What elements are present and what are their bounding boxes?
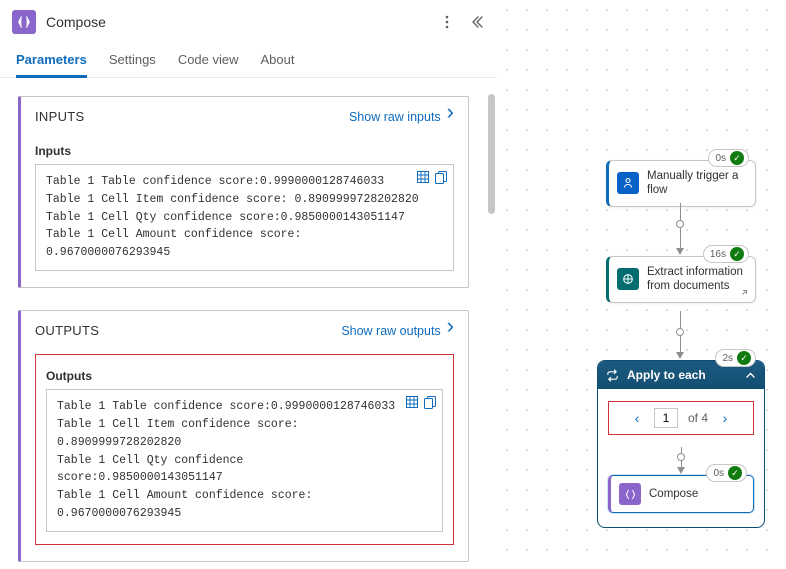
- outputs-title: OUTPUTS: [35, 323, 99, 338]
- scroll-area: INPUTS Show raw inputs Inputs: [0, 78, 497, 569]
- code-line: Table 1 Cell Amount confidence score:: [46, 226, 425, 244]
- show-raw-inputs[interactable]: Show raw inputs: [349, 109, 454, 124]
- loop-icon: [606, 369, 619, 382]
- outputs-highlight: Outputs Table 1 Table confidence sc: [35, 354, 454, 545]
- node-label: Extract information from documents: [647, 265, 747, 294]
- check-icon: ✓: [730, 247, 744, 261]
- compose-icon: [619, 483, 641, 505]
- panel-header: Compose: [0, 0, 497, 38]
- collapse-icon[interactable]: [469, 14, 485, 30]
- check-icon: ✓: [728, 466, 742, 480]
- code-line: Table 1 Cell Amount confidence score:: [57, 487, 414, 505]
- node-extract[interactable]: 16s ✓ Extract information from documents: [606, 256, 756, 303]
- flow-canvas[interactable]: 0s ✓ Manually trigger a flow 16s ✓ Extra…: [497, 0, 786, 569]
- pager-of-label: of 4: [688, 411, 708, 425]
- outputs-sublabel: Outputs: [46, 369, 443, 383]
- pager-prev[interactable]: ‹: [630, 410, 644, 426]
- tabs: Parameters Settings Code view About: [0, 38, 497, 78]
- connector-plus[interactable]: [677, 453, 685, 461]
- link-icon: [739, 288, 749, 298]
- chevron-right-icon: [447, 323, 454, 338]
- node-compose-child[interactable]: 0s ✓ Compose: [608, 475, 754, 513]
- code-line: Table 1 Cell Item confidence score: 0.89…: [46, 191, 425, 209]
- outputs-content: Table 1 Table confidence score:0.9990000…: [46, 389, 443, 532]
- node-label: Compose: [649, 488, 698, 500]
- status-badge: 0s ✓: [708, 149, 749, 167]
- trigger-icon: [617, 172, 639, 194]
- collapse-icon[interactable]: [745, 370, 756, 381]
- grid-icon[interactable]: [406, 396, 418, 409]
- show-raw-outputs-label: Show raw outputs: [341, 324, 440, 338]
- chevron-right-icon: [447, 109, 454, 124]
- check-icon: ✓: [737, 351, 751, 365]
- aibuilder-icon: [617, 268, 639, 290]
- copy-icon[interactable]: [424, 396, 436, 409]
- pager-next[interactable]: ›: [718, 410, 732, 426]
- node-foreach[interactable]: 2s ✓ Apply to each ‹ of 4 ›: [597, 360, 765, 528]
- show-raw-inputs-label: Show raw inputs: [349, 110, 441, 124]
- node-label: Manually trigger a flow: [647, 169, 747, 198]
- badge-time: 0s: [715, 153, 726, 164]
- inputs-content: Table 1 Table confidence score:0.9990000…: [35, 164, 454, 271]
- connector-plus[interactable]: [676, 328, 684, 336]
- node-trigger[interactable]: 0s ✓ Manually trigger a flow: [606, 160, 756, 207]
- code-line: Table 1 Cell Qty confidence score:0.9850…: [46, 209, 425, 227]
- details-panel: Compose Parameters Settings Code view Ab…: [0, 0, 497, 569]
- status-badge: 2s ✓: [715, 349, 756, 367]
- status-badge: 0s ✓: [706, 464, 747, 482]
- tab-settings[interactable]: Settings: [109, 52, 156, 77]
- inputs-title: INPUTS: [35, 109, 84, 124]
- scrollbar[interactable]: [488, 94, 495, 214]
- arrow-down-icon: [676, 248, 684, 255]
- code-line: Table 1 Cell Item confidence score: 0.89…: [57, 416, 414, 452]
- foreach-pager: ‹ of 4 ›: [608, 401, 754, 435]
- inputs-card: INPUTS Show raw inputs Inputs: [18, 96, 469, 288]
- badge-time: 0s: [713, 468, 724, 479]
- code-line: Table 1 Table confidence score:0.9990000…: [46, 173, 425, 191]
- badge-time: 16s: [710, 249, 726, 260]
- pager-input[interactable]: [654, 408, 678, 428]
- outputs-card: OUTPUTS Show raw outputs Outputs: [18, 310, 469, 562]
- status-badge: 16s ✓: [703, 245, 749, 263]
- tab-about[interactable]: About: [261, 52, 295, 77]
- tab-codeview[interactable]: Code view: [178, 52, 239, 77]
- node-label: Apply to each: [627, 368, 706, 382]
- arrow-down-icon: [676, 352, 684, 359]
- grid-icon[interactable]: [417, 171, 429, 184]
- code-line: Table 1 Table confidence score:0.9990000…: [57, 398, 414, 416]
- check-icon: ✓: [730, 151, 744, 165]
- inputs-sublabel: Inputs: [35, 144, 454, 158]
- panel-title: Compose: [46, 14, 429, 30]
- code-line: 0.9670000076293945: [57, 505, 414, 523]
- more-icon[interactable]: [439, 14, 455, 30]
- code-line: Table 1 Cell Qty confidence score:0.9850…: [57, 452, 414, 488]
- copy-icon[interactable]: [435, 171, 447, 184]
- code-line: 0.9670000076293945: [46, 244, 425, 262]
- connector-plus[interactable]: [676, 220, 684, 228]
- badge-time: 2s: [722, 353, 733, 364]
- tab-parameters[interactable]: Parameters: [16, 52, 87, 78]
- arrow-down-icon: [677, 467, 685, 474]
- show-raw-outputs[interactable]: Show raw outputs: [341, 323, 454, 338]
- compose-icon: [12, 10, 36, 34]
